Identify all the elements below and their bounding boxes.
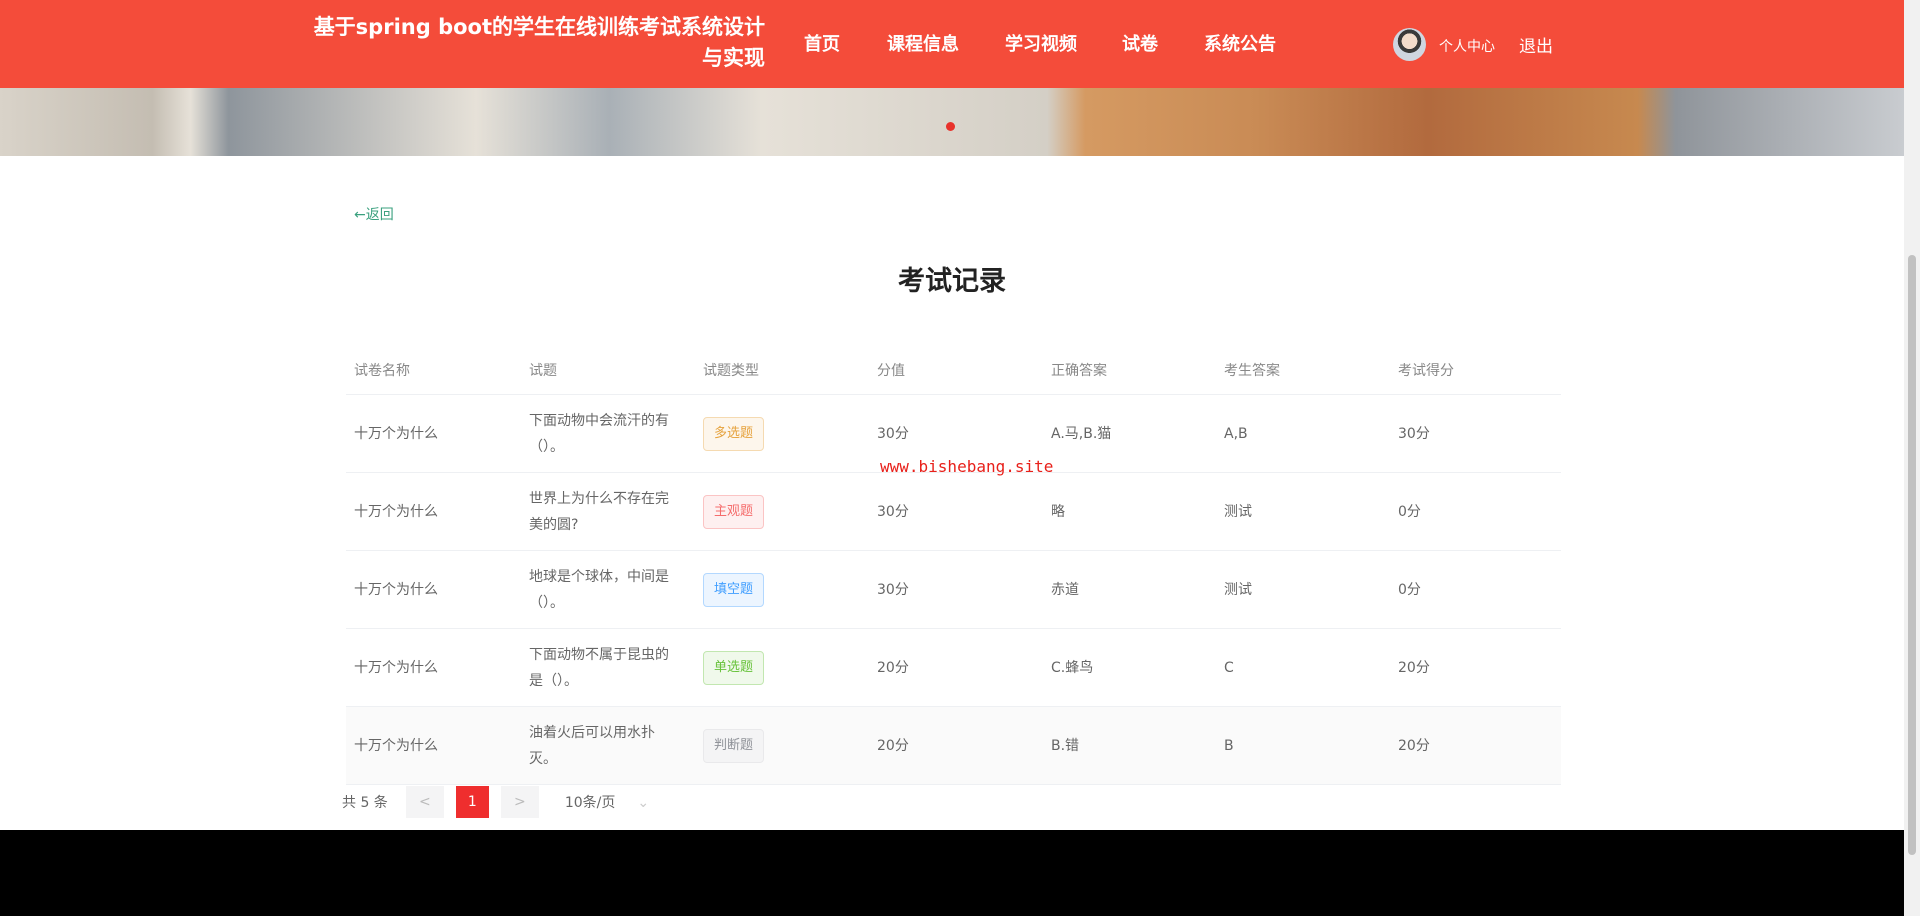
question-type-tag: 判断题 xyxy=(703,728,765,763)
cell-answer: A,B xyxy=(1224,425,1248,442)
avatar[interactable] xyxy=(1393,28,1426,61)
nav-announcements[interactable]: 系统公告 xyxy=(1204,30,1276,56)
column-header: 正确答案 xyxy=(1051,363,1107,379)
cell-question: 下面动物不属于昆虫的是（）。 xyxy=(529,646,669,689)
exam-record-table: 试卷名称 试题 试题类型 分值 正确答案 考生答案 考试得分 十万个为什么 下面动物中会流汗的… xyxy=(346,348,1561,785)
table-header: 试卷名称 试题 试题类型 分值 正确答案 考生答案 考试得分 xyxy=(346,348,1561,395)
page-title: 考试记录 xyxy=(898,266,1006,297)
cell-paper: 十万个为什么 xyxy=(354,737,438,754)
column-header: 试题类型 xyxy=(703,363,759,379)
logout-link[interactable]: 退出 xyxy=(1519,32,1553,57)
table-row: 十万个为什么 地球是个球体，中间是（）。 填空题 30分 赤道 测试 0分 xyxy=(346,551,1561,629)
carousel-indicator[interactable] xyxy=(946,122,955,131)
cell-paper: 十万个为什么 xyxy=(354,659,438,676)
cell-score: 30分 xyxy=(877,581,909,598)
watermark: www.bishebang.site xyxy=(880,457,1054,476)
column-header: 考试得分 xyxy=(1398,363,1454,379)
top-navbar: 基于spring boot的学生在线训练考试系统设计与实现 首页 课程信息 学习… xyxy=(0,0,1904,88)
cell-question: 地球是个球体，中间是（）。 xyxy=(529,568,669,611)
site-title: 基于spring boot的学生在线训练考试系统设计与实现 xyxy=(313,15,765,70)
next-page-button[interactable]: > xyxy=(500,786,539,818)
question-type-tag: 多选题 xyxy=(703,416,765,451)
cell-paper: 十万个为什么 xyxy=(354,425,438,442)
cell-answer: B xyxy=(1224,737,1234,754)
cell-type: 填空题 xyxy=(703,572,853,607)
nav-courses[interactable]: 课程信息 xyxy=(887,30,959,56)
cell-answer: 测试 xyxy=(1224,503,1252,520)
column-header: 分值 xyxy=(877,363,905,379)
nav-home[interactable]: 首页 xyxy=(804,30,840,56)
cell-got: 30分 xyxy=(1398,425,1430,442)
scrollbar[interactable] xyxy=(1904,0,1920,916)
question-type-tag: 填空题 xyxy=(703,572,765,607)
total-count: 共 5 条 xyxy=(342,795,388,811)
prev-page-button[interactable]: < xyxy=(405,786,444,818)
cell-correct: 略 xyxy=(1051,503,1065,520)
cell-score: 20分 xyxy=(877,737,909,754)
cell-got: 20分 xyxy=(1398,737,1430,754)
cell-type: 多选题 xyxy=(703,416,853,451)
question-type-tag: 主观题 xyxy=(703,494,765,529)
table-row: 十万个为什么 世界上为什么不存在完美的圆? 主观题 30分 略 测试 0分 xyxy=(346,473,1561,551)
cell-correct: A.马,B.猫 xyxy=(1051,425,1112,442)
cell-correct: B.错 xyxy=(1051,737,1080,754)
cell-got: 0分 xyxy=(1398,503,1421,520)
cell-score: 30分 xyxy=(877,425,909,442)
cell-got: 0分 xyxy=(1398,581,1421,598)
back-link[interactable]: ←返回 xyxy=(354,204,394,224)
column-header: 试卷名称 xyxy=(354,363,410,379)
page-size-value: 10条/页 xyxy=(564,795,616,811)
cell-paper: 十万个为什么 xyxy=(354,581,438,598)
nav-papers[interactable]: 试卷 xyxy=(1122,30,1158,56)
cell-type: 主观题 xyxy=(703,494,853,529)
cell-type: 判断题 xyxy=(703,728,853,763)
pagination: 共 5 条 < 1 > 10条/页 ⌄ xyxy=(342,786,665,818)
column-header: 考生答案 xyxy=(1224,363,1280,379)
question-type-tag: 单选题 xyxy=(703,650,765,685)
cell-type: 单选题 xyxy=(703,650,853,685)
cell-paper: 十万个为什么 xyxy=(354,503,438,520)
cell-answer: C xyxy=(1224,659,1234,676)
page-size-select[interactable]: 10条/页 ⌄ xyxy=(565,792,665,812)
cell-question: 下面动物中会流汗的有（）。 xyxy=(529,412,669,455)
black-bar xyxy=(0,830,1904,916)
cell-correct: 赤道 xyxy=(1051,581,1079,598)
column-header: 试题 xyxy=(529,363,557,379)
user-center-link[interactable]: 个人中心 xyxy=(1439,36,1495,56)
cell-score: 30分 xyxy=(877,503,909,520)
scrollbar-thumb[interactable] xyxy=(1908,255,1916,855)
page-1-button[interactable]: 1 xyxy=(455,786,489,818)
table-row: 十万个为什么 油着火后可以用水扑灭。 判断题 20分 B.错 B 20分 xyxy=(346,707,1561,785)
cell-got: 20分 xyxy=(1398,659,1430,676)
cell-answer: 测试 xyxy=(1224,581,1252,598)
cell-question: 世界上为什么不存在完美的圆? xyxy=(529,490,669,533)
cell-question: 油着火后可以用水扑灭。 xyxy=(529,724,655,767)
table-row: 十万个为什么 下面动物不属于昆虫的是（）。 单选题 20分 C.蜂鸟 C 20分 xyxy=(346,629,1561,707)
cell-correct: C.蜂鸟 xyxy=(1051,659,1094,676)
cell-score: 20分 xyxy=(877,659,909,676)
chevron-down-icon: ⌄ xyxy=(637,795,650,811)
nav-videos[interactable]: 学习视频 xyxy=(1005,30,1077,56)
